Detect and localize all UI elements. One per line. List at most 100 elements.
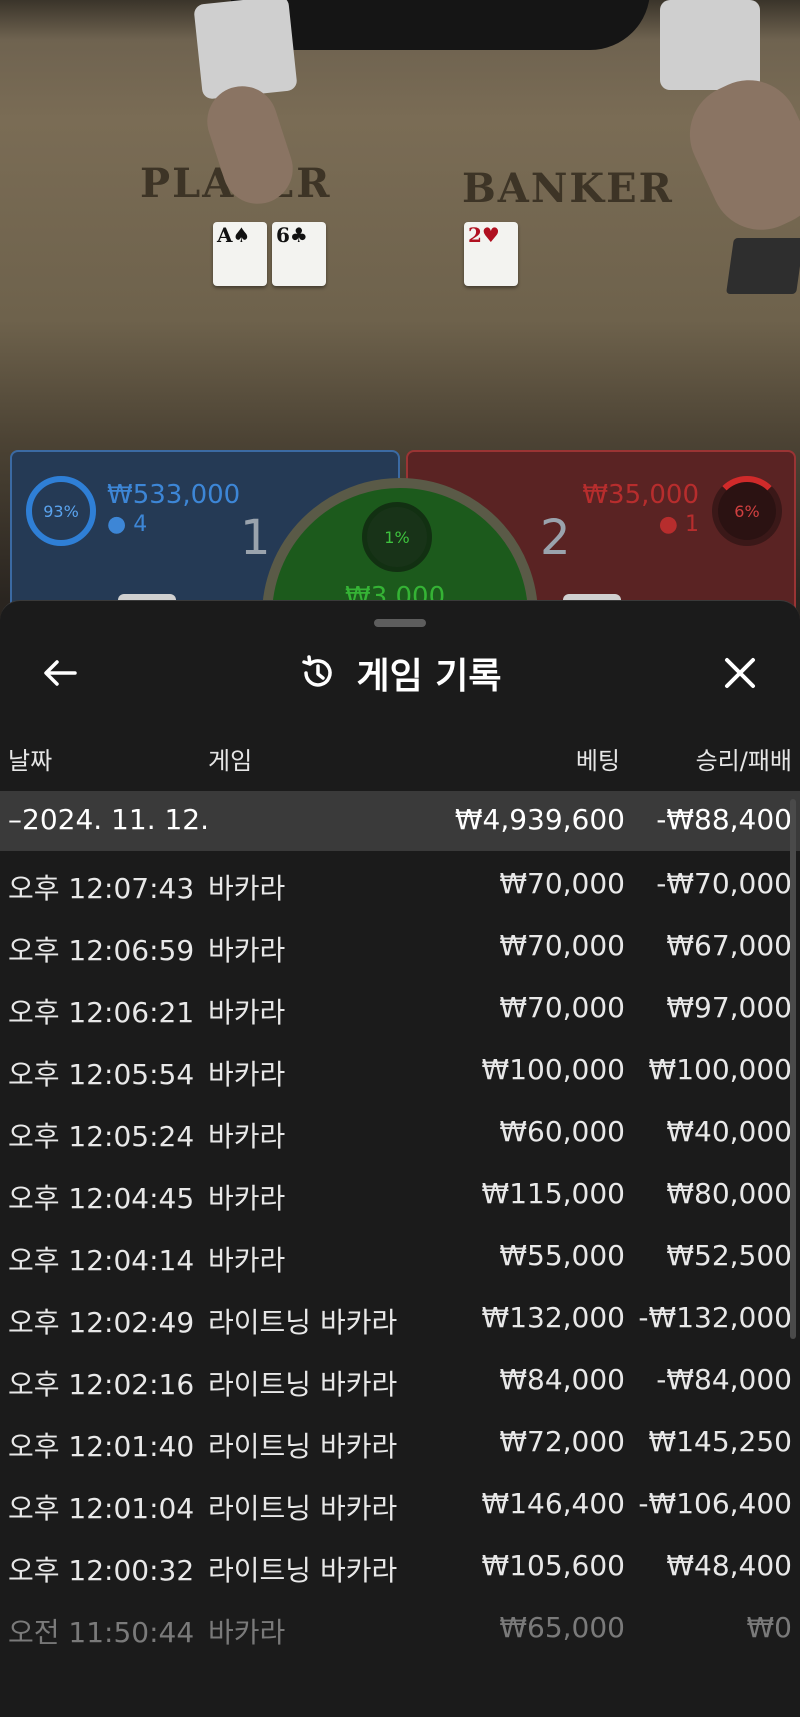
row-game: 라이트닝 바카라 (208, 1492, 398, 1525)
history-row[interactable]: 오후 12:01:40 라이트닝 바카라 ₩72,000 ₩145,250 (0, 1409, 800, 1471)
row-bet: ₩105,600 (481, 1549, 625, 1582)
player-score: 1 (240, 510, 271, 566)
row-game: 바카라 (208, 1120, 286, 1153)
row-result: ₩48,400 (666, 1549, 792, 1582)
row-game: 바카라 (208, 1058, 286, 1091)
row-time: 오후 12:07:43 (8, 872, 195, 905)
row-time: 오후 12:06:21 (8, 996, 195, 1029)
card-rank: 2 (468, 223, 482, 247)
group-date: –2024. 11. 12. (8, 803, 210, 836)
row-bet: ₩55,000 (499, 1239, 625, 1272)
row-game: 라이트닝 바카라 (208, 1368, 398, 1401)
banker-score: 2 (540, 510, 571, 566)
player-count-value: 4 (133, 512, 148, 537)
history-list: 오후 12:07:43 바카라 ₩70,000 -₩70,000 오후 12:06:5… (0, 851, 800, 1657)
card-suit: ♣ (289, 223, 308, 247)
row-bet: ₩132,000 (481, 1301, 625, 1334)
row-result: ₩80,000 (666, 1177, 792, 1210)
history-row[interactable]: 오후 12:04:45 바카라 ₩115,000 ₩80,000 (0, 1161, 800, 1223)
dealer-left-sleeve (193, 0, 298, 100)
player-card-1: A♠ (213, 222, 267, 286)
row-bet: ₩70,000 (499, 929, 625, 962)
card-suit: ♥ (481, 223, 500, 247)
close-icon (725, 658, 755, 688)
row-game: 라이트닝 바카라 (208, 1306, 398, 1339)
list-scrollbar[interactable] (790, 799, 796, 1339)
row-result: ₩100,000 (648, 1053, 792, 1086)
row-time: 오후 12:02:49 (8, 1306, 195, 1339)
history-row[interactable]: 오후 12:05:54 바카라 ₩100,000 ₩100,000 (0, 1037, 800, 1099)
row-game: 바카라 (208, 1244, 286, 1277)
card-suit: ♠ (232, 223, 251, 247)
row-result: ₩145,250 (648, 1425, 792, 1458)
history-row[interactable]: 오후 12:02:16 라이트닝 바카라 ₩84,000 -₩84,000 (0, 1347, 800, 1409)
user-icon: ● (107, 512, 127, 537)
row-bet: ₩65,000 (499, 1611, 625, 1644)
row-bet: ₩100,000 (481, 1053, 625, 1086)
row-time: 오후 12:06:59 (8, 934, 195, 967)
row-time: 오후 12:00:32 (8, 1554, 195, 1587)
row-result: -₩132,000 (638, 1301, 792, 1334)
felt-banker-label: BANKER (462, 165, 674, 212)
row-result: ₩97,000 (666, 991, 792, 1024)
column-header-game: 게임 (208, 747, 253, 775)
banker-total-amount: ₩35,000 (582, 480, 699, 510)
row-bet: ₩115,000 (481, 1177, 625, 1210)
player-total-amount: ₩533,000 (107, 480, 241, 510)
row-time: 오후 12:04:45 (8, 1182, 195, 1215)
row-game: 바카라 (208, 934, 286, 967)
row-result: ₩0 (746, 1611, 793, 1644)
row-result: -₩84,000 (656, 1363, 792, 1396)
row-result: ₩40,000 (666, 1115, 792, 1148)
banker-count-value: 1 (685, 512, 699, 537)
tie-percent-ring: 1% (362, 502, 432, 572)
history-row[interactable]: 오후 12:01:04 라이트닝 바카라 ₩146,400 -₩106,400 (0, 1471, 800, 1533)
sheet-drag-handle[interactable] (374, 619, 426, 627)
history-row[interactable]: 오후 12:00:32 라이트닝 바카라 ₩105,600 ₩48,400 (0, 1533, 800, 1595)
date-group-header[interactable]: –2024. 11. 12. ₩4,939,600 -₩88,400 (0, 791, 800, 851)
row-time: 오후 12:01:40 (8, 1430, 195, 1463)
row-time: 오후 12:04:14 (8, 1244, 195, 1277)
row-result: -₩70,000 (656, 867, 792, 900)
dealer-right-sleeve (660, 0, 760, 90)
row-bet: ₩84,000 (499, 1363, 625, 1396)
row-game: 바카라 (208, 996, 286, 1029)
column-header-result: 승리/패배 (695, 747, 792, 775)
row-game: 라이트닝 바카라 (208, 1430, 398, 1463)
row-game: 바카라 (208, 1182, 286, 1215)
history-row[interactable]: 오후 12:06:59 바카라 ₩70,000 ₩67,000 (0, 913, 800, 975)
history-row[interactable]: 오후 12:07:43 바카라 ₩70,000 -₩70,000 (0, 851, 800, 913)
dealer-right-hand (673, 63, 800, 247)
row-bet: ₩60,000 (499, 1115, 625, 1148)
row-bet: ₩70,000 (499, 867, 625, 900)
row-time: 오후 12:05:54 (8, 1058, 195, 1091)
user-icon: ● (658, 512, 678, 537)
row-time: 오후 12:01:04 (8, 1492, 195, 1525)
card-shoe (726, 238, 800, 294)
player-percent-ring: 93% (26, 476, 96, 546)
row-game: 라이트닝 바카라 (208, 1554, 398, 1587)
banker-percent-ring: 6% (712, 476, 782, 546)
row-bet: ₩72,000 (499, 1425, 625, 1458)
history-row[interactable]: 오후 12:05:24 바카라 ₩60,000 ₩40,000 (0, 1099, 800, 1161)
history-icon (302, 655, 333, 687)
row-time: 오후 12:02:16 (8, 1368, 195, 1401)
row-result: ₩52,500 (666, 1239, 792, 1272)
history-row[interactable]: 오후 12:06:21 바카라 ₩70,000 ₩97,000 (0, 975, 800, 1037)
history-row[interactable]: 오후 12:02:49 라이트닝 바카라 ₩132,000 -₩132,000 (0, 1285, 800, 1347)
banker-card-1: 2♥ (464, 222, 518, 286)
history-row[interactable]: 오후 12:04:14 바카라 ₩55,000 ₩52,500 (0, 1223, 800, 1285)
row-game: 바카라 (208, 872, 286, 905)
group-total-bet: ₩4,939,600 (454, 803, 625, 836)
group-total-result: -₩88,400 (656, 803, 792, 836)
player-bettor-count: ● 4 (107, 512, 147, 537)
live-table-video: PLAYER BANKER A♠ 6♣ 2♥ 93% ₩533,000 ● 4 … (0, 0, 800, 620)
dealer-vest (230, 0, 650, 50)
close-button[interactable] (718, 651, 762, 695)
game-history-sheet: 게임 기록 날짜 게임 베팅 승리/패배 –2024. 11. 12. ₩4,9… (0, 600, 800, 1717)
card-rank: A (217, 223, 233, 247)
row-bet: ₩70,000 (499, 991, 625, 1024)
player-card-2: 6♣ (272, 222, 326, 286)
sheet-header: 게임 기록 (0, 645, 800, 701)
list-bottom-fade (0, 1641, 800, 1717)
